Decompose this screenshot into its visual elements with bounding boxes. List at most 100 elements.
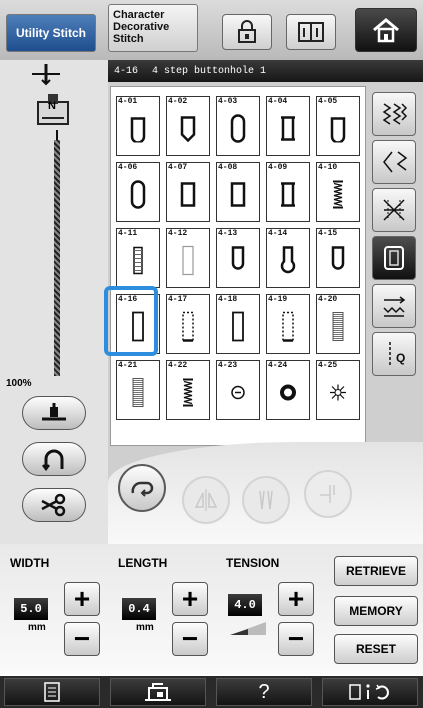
memory-button[interactable]: MEMORY: [334, 596, 418, 626]
tension-decrease-button[interactable]: −: [278, 622, 314, 656]
retrieve-button[interactable]: RETRIEVE: [334, 556, 418, 586]
stitch-cell-4-09[interactable]: 4-09: [266, 162, 310, 222]
stitch-cell-4-20[interactable]: 4-20: [316, 294, 360, 354]
category-overcasting[interactable]: [372, 140, 416, 184]
stitch-cell-4-03[interactable]: 4-03: [216, 96, 260, 156]
buttonhole-zigzag-icon: [181, 377, 195, 412]
stitch-cell-4-15[interactable]: 4-15: [316, 228, 360, 288]
stitch-cell-4-02[interactable]: 4-02: [166, 96, 210, 156]
stitch-cell-4-19[interactable]: 4-19: [266, 294, 310, 354]
length-decrease-button[interactable]: −: [172, 622, 208, 656]
book-icon: [298, 22, 324, 42]
tension-increase-button[interactable]: +: [278, 582, 314, 616]
tab-utility-stitch[interactable]: Utility Stitch: [6, 14, 96, 52]
needle-stop-button[interactable]: [304, 470, 352, 518]
stitch-code-label: 4-04: [268, 97, 288, 106]
stitch-code-label: 4-01: [118, 97, 138, 106]
category-bartack[interactable]: [372, 284, 416, 328]
stitch-cell-4-14[interactable]: 4-14: [266, 228, 310, 288]
needle-position-icon: [32, 64, 60, 86]
width-unit: mm: [28, 622, 46, 633]
category-straight-zigzag[interactable]: [372, 92, 416, 136]
stitch-cell-4-13[interactable]: 4-13: [216, 228, 260, 288]
stitch-list-button[interactable]: [4, 678, 100, 706]
buttonhole-square-icon: [229, 180, 247, 213]
eyelet-small-icon: [229, 383, 247, 406]
stitch-code-label: 4-07: [168, 163, 188, 172]
lock-button[interactable]: [222, 14, 272, 50]
stitch-cell-4-23[interactable]: 4-23: [216, 360, 260, 420]
stitch-code-label: 4-21: [118, 361, 138, 370]
help-button[interactable]: ?: [216, 678, 312, 706]
manual-button[interactable]: [286, 14, 336, 50]
buttonhole-4step-dotted-icon: [280, 310, 296, 347]
stitch-code-label: 4-14: [268, 229, 288, 238]
stitch-cell-4-06[interactable]: 4-06: [116, 162, 160, 222]
quilt-stitch-icon: Q: [389, 342, 405, 366]
length-increase-button[interactable]: +: [172, 582, 208, 616]
buttonhole-keyhole-icon: [228, 245, 248, 280]
width-label: WIDTH: [10, 556, 50, 570]
presser-foot-label: N: [48, 100, 56, 112]
reverse-stitch-button[interactable]: [22, 442, 86, 476]
stitch-cell-4-24[interactable]: 4-24: [266, 360, 310, 420]
stitch-code-label: 4-25: [318, 361, 338, 370]
stitch-cell-4-08[interactable]: 4-08: [216, 162, 260, 222]
buttonhole-rounded-icon: [129, 114, 147, 147]
stitch-code-label: 4-06: [118, 163, 138, 172]
auto-reverse-icon: [131, 481, 154, 497]
category-quilting[interactable]: Q: [372, 332, 416, 376]
stitch-cell-4-12[interactable]: 4-12: [166, 228, 210, 288]
reverse-arch-icon: [42, 449, 64, 471]
lock-icon: [238, 20, 256, 43]
buttonhole-light-icon: [180, 244, 196, 281]
stitch-cell-4-07[interactable]: 4-07: [166, 162, 210, 222]
stitch-title: 4 step buttonhole 1: [152, 65, 267, 77]
sewing-machine-icon: [145, 683, 171, 701]
stitch-cell-4-18[interactable]: 4-18: [216, 294, 260, 354]
stitch-cell-4-25[interactable]: 4-25: [316, 360, 360, 420]
home-button[interactable]: [355, 8, 417, 52]
svg-text:Q: Q: [396, 351, 405, 365]
tension-label: TENSION: [226, 556, 280, 570]
presser-foot-indicator: N: [30, 92, 76, 128]
stitch-code-label: 4-09: [268, 163, 288, 172]
thread-cutter-button[interactable]: [22, 488, 86, 522]
tab-character-decorative-stitch[interactable]: Character Decorative Stitch: [108, 4, 198, 52]
stitch-cell-4-05[interactable]: 4-05: [316, 96, 360, 156]
needle-stop-icon: [320, 485, 335, 503]
twin-needle-button[interactable]: [242, 476, 290, 524]
buttonhole-oval-icon: [229, 113, 247, 148]
stitch-cell-4-11[interactable]: 4-11: [116, 228, 160, 288]
length-unit: mm: [136, 622, 154, 633]
bartack-arrow-icon: [383, 296, 406, 317]
presser-foot-button[interactable]: [22, 396, 86, 430]
buttonhole-bartack-icon: [279, 114, 297, 147]
category-buttonhole[interactable]: [372, 236, 416, 280]
decorative-stitch-icon: [383, 199, 405, 221]
stitch-preview: [54, 140, 60, 376]
auto-reverse-button[interactable]: [118, 464, 166, 512]
buttonhole-stretch-icon: [131, 245, 145, 280]
stitch-cell-4-22[interactable]: 4-22: [166, 360, 210, 420]
buttonhole-4step-icon: [230, 310, 246, 347]
stitch-cell-4-01[interactable]: 4-01: [116, 96, 160, 156]
width-decrease-button[interactable]: −: [64, 622, 100, 656]
stitch-code-label: 4-22: [168, 361, 188, 370]
reset-button[interactable]: RESET: [334, 634, 418, 664]
stitch-cell-4-17[interactable]: 4-17: [166, 294, 210, 354]
scissors-icon: [41, 493, 66, 517]
stitch-cell-4-04[interactable]: 4-04: [266, 96, 310, 156]
stitch-code-label: 4-12: [168, 229, 188, 238]
mirror-button[interactable]: [182, 476, 230, 524]
tension-level-icon: [230, 622, 266, 635]
stitch-code-label: 4-05: [318, 97, 338, 106]
buttonhole-keyhole-round-icon: [278, 245, 298, 280]
width-increase-button[interactable]: +: [64, 582, 100, 616]
stitch-cell-4-21[interactable]: 4-21: [116, 360, 160, 420]
machine-settings-button[interactable]: [110, 678, 206, 706]
stitch-code-label: 4-08: [218, 163, 238, 172]
stitch-cell-4-10[interactable]: 4-10: [316, 162, 360, 222]
category-decorative[interactable]: [372, 188, 416, 232]
info-button[interactable]: [322, 678, 418, 706]
